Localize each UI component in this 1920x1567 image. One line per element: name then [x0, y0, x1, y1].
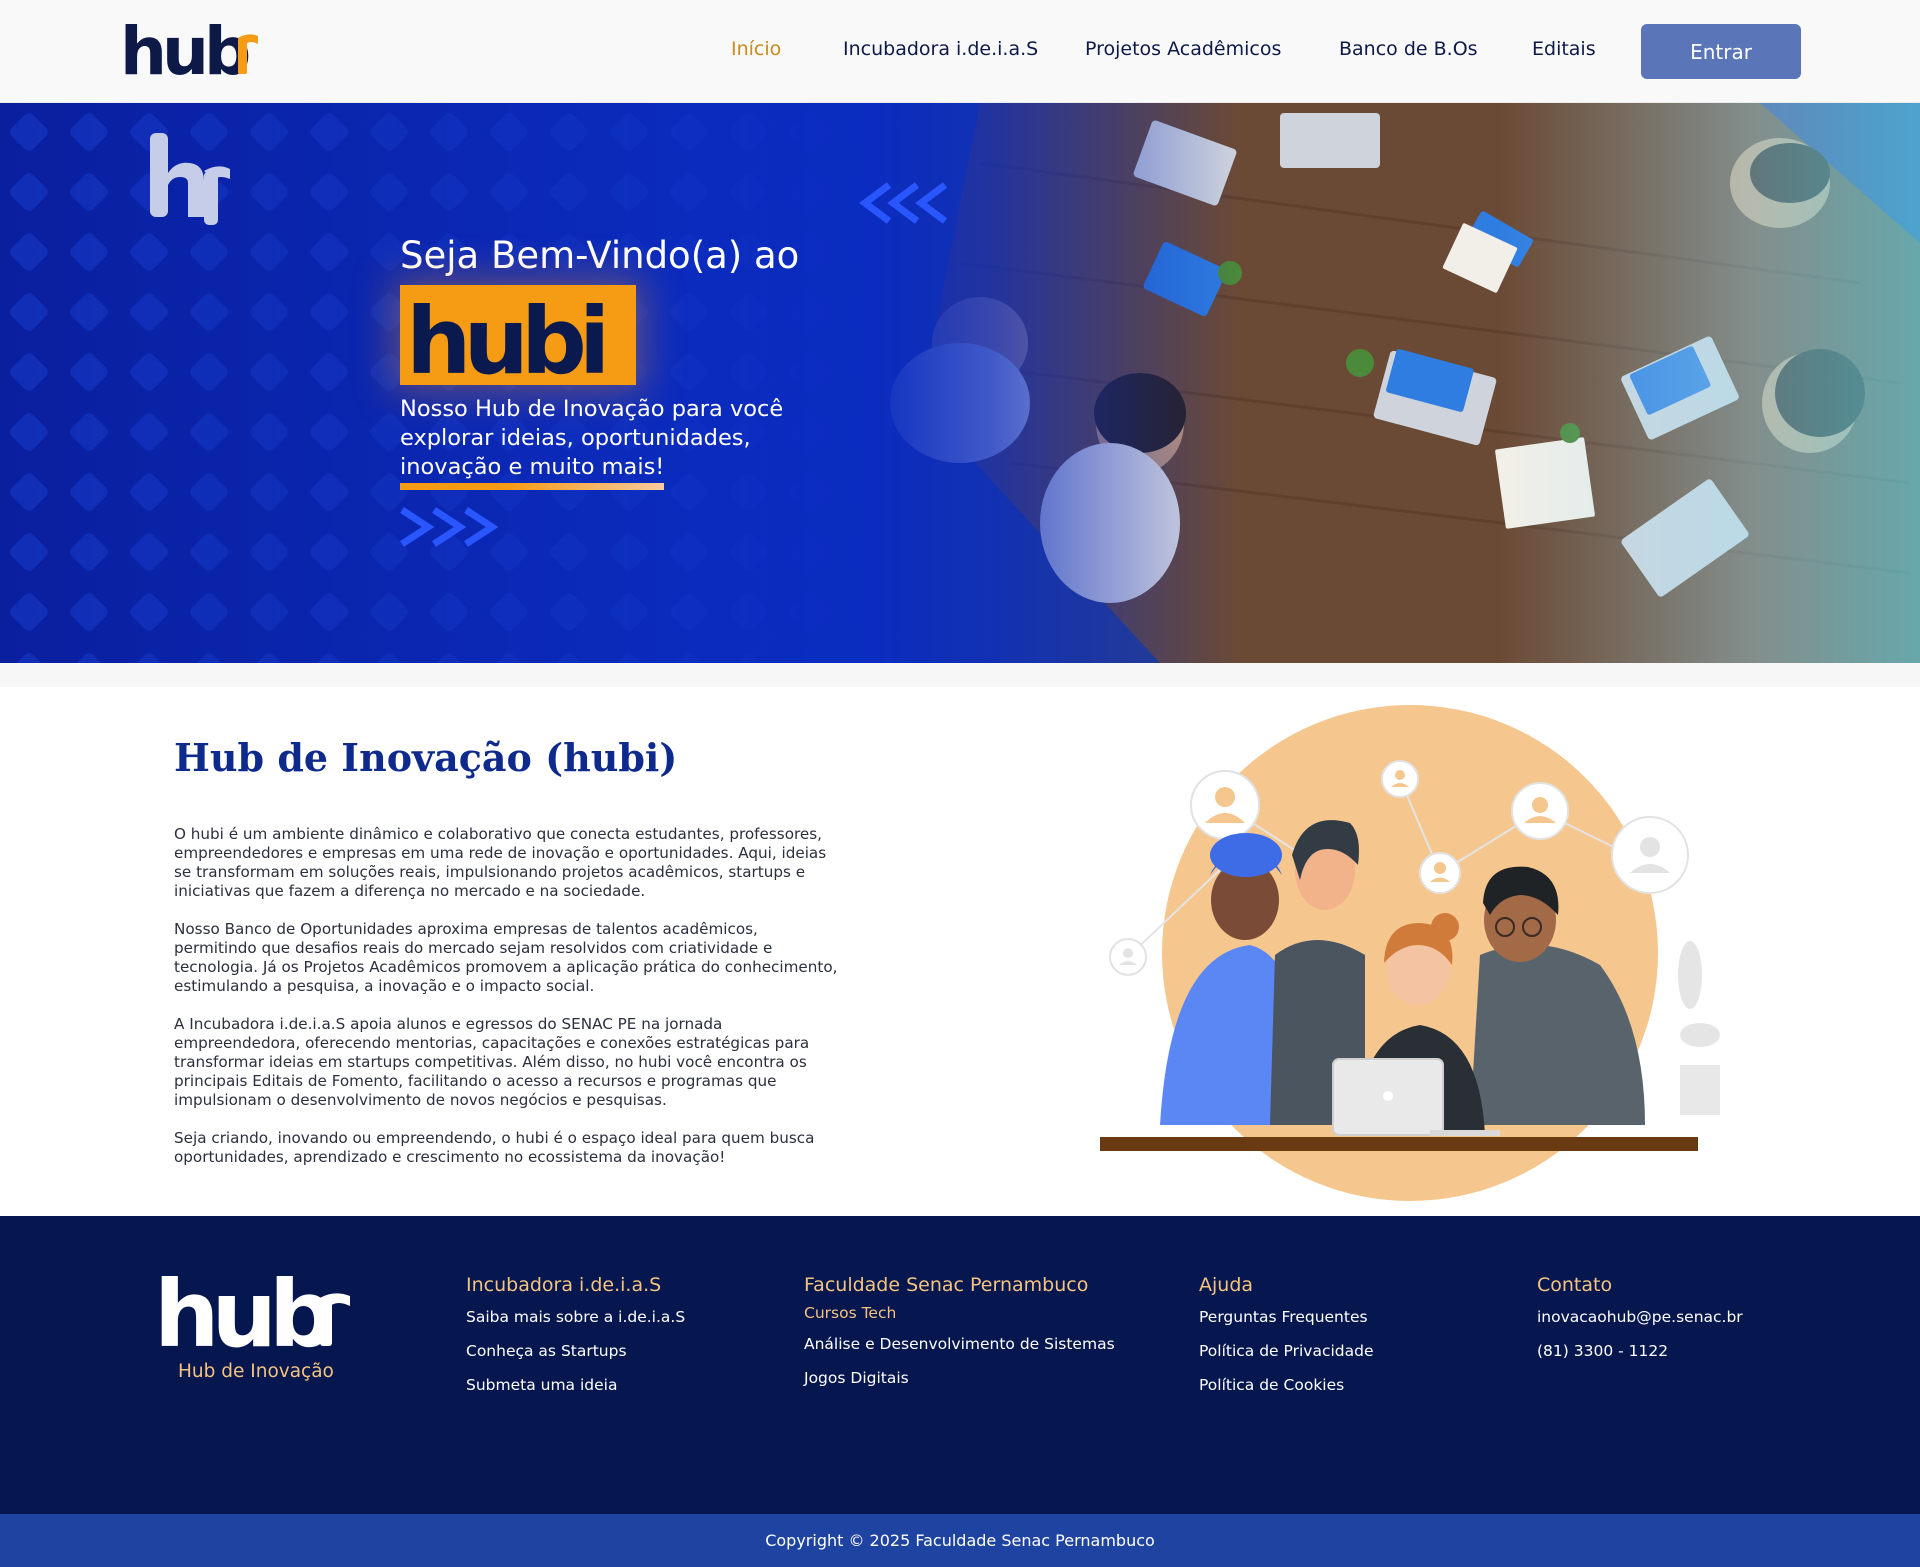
hero-underline	[400, 483, 664, 490]
about-paragraph: Seja criando, inovando ou empreendendo, …	[174, 1129, 815, 1166]
chevrons-left-icon	[859, 182, 948, 224]
nav-inicio[interactable]: Início	[731, 38, 781, 60]
section-divider	[0, 663, 1920, 687]
footer-column-contato: Contato inovacaohub@pe.senac.br (81) 330…	[1537, 1274, 1743, 1376]
about-section: Hub de Inovação (hubi) O hubi é um ambie…	[0, 687, 1920, 1216]
hero-subtitle: Nosso Hub de Inovação para você explorar…	[400, 396, 784, 480]
hubi-monogram-icon	[150, 133, 230, 225]
site-footer: hub Hub de Inovação Incubadora i.de.i.a.…	[0, 1216, 1920, 1514]
footer-hubi-logo[interactable]: hub	[154, 1268, 354, 1354]
top-navigation-bar: hub Início Incubadora i.de.i.a.S Projeto…	[0, 0, 1920, 103]
footer-link-startups[interactable]: Conheça as Startups	[466, 1342, 685, 1361]
footer-link-cookies[interactable]: Política de Cookies	[1199, 1376, 1374, 1395]
hero-banner: Seja Bem-Vindo(a) ao hubi Nosso Hub de I…	[0, 103, 1920, 663]
copyright-bar: Copyright © 2025 Faculdade Senac Pernamb…	[0, 1514, 1920, 1567]
team-collaboration-illustration	[1100, 705, 1720, 1201]
footer-column-incubadora: Incubadora i.de.i.a.S Saiba mais sobre a…	[466, 1274, 685, 1410]
hero-light-overlay	[1500, 103, 1920, 663]
footer-link-jogos-digitais[interactable]: Jogos Digitais	[804, 1369, 1115, 1388]
footer-contact-phone[interactable]: (81) 3300 - 1122	[1537, 1342, 1743, 1361]
footer-column-title: Faculdade Senac Pernambuco	[804, 1274, 1089, 1296]
about-body: O hubi é um ambiente dinâmico e colabora…	[174, 825, 844, 1186]
footer-link-submeta-ideia[interactable]: Submeta uma ideia	[466, 1376, 685, 1395]
footer-link-saiba-mais[interactable]: Saiba mais sobre a i.de.i.a.S	[466, 1308, 685, 1327]
footer-column-title: Contato	[1537, 1274, 1613, 1296]
hubi-logo[interactable]: hub	[120, 18, 262, 86]
table-surface	[1100, 1137, 1698, 1151]
svg-text:hub: hub	[120, 18, 249, 86]
nav-banco-de-bos[interactable]: Banco de B.Os	[1339, 38, 1478, 60]
hero-welcome-text: Seja Bem-Vindo(a) ao	[400, 234, 800, 277]
footer-contact-email[interactable]: inovacaohub@pe.senac.br	[1537, 1308, 1743, 1327]
nav-editais[interactable]: Editais	[1532, 38, 1596, 60]
hubi-badge-logo: hubi	[406, 288, 611, 395]
hero-hubi-badge: hubi	[400, 285, 636, 395]
chevrons-right-icon	[400, 507, 499, 547]
nav-incubadora[interactable]: Incubadora i.de.i.a.S	[843, 38, 1038, 60]
about-title: Hub de Inovação (hubi)	[174, 735, 678, 780]
footer-tagline: Hub de Inovação	[178, 1361, 334, 1382]
about-paragraph: O hubi é um ambiente dinâmico e colabora…	[174, 825, 827, 900]
footer-column-ajuda: Ajuda Perguntas Frequentes Política de P…	[1199, 1274, 1374, 1410]
svg-text:hub: hub	[154, 1268, 331, 1354]
hero-badge-text: hubi	[406, 288, 603, 385]
nav-projetos-academicos[interactable]: Projetos Acadêmicos	[1085, 38, 1281, 60]
footer-column-title: Ajuda	[1199, 1274, 1254, 1296]
footer-link-privacidade[interactable]: Política de Privacidade	[1199, 1342, 1374, 1361]
login-button[interactable]: Entrar	[1641, 24, 1801, 79]
footer-column-subtitle: Cursos Tech	[804, 1304, 897, 1322]
footer-link-faq[interactable]: Perguntas Frequentes	[1199, 1308, 1374, 1327]
about-paragraph: Nosso Banco de Oportunidades aproxima em…	[174, 920, 838, 995]
footer-link-ads[interactable]: Análise e Desenvolvimento de Sistemas	[804, 1335, 1115, 1354]
footer-column-title: Incubadora i.de.i.a.S	[466, 1274, 662, 1296]
footer-column-faculdade: Faculdade Senac Pernambuco Cursos Tech A…	[804, 1274, 1115, 1403]
plant-decoration	[1678, 941, 1720, 1115]
about-paragraph: A Incubadora i.de.i.a.S apoia alunos e e…	[174, 1015, 810, 1109]
